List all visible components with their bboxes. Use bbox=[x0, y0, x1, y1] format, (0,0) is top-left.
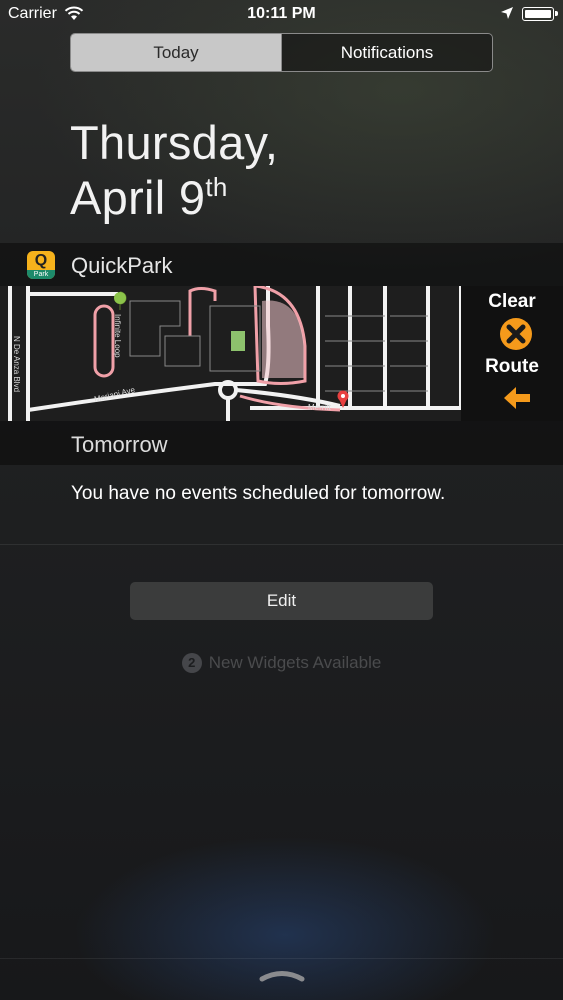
route-label[interactable]: Route bbox=[461, 356, 563, 378]
section-divider bbox=[0, 544, 563, 545]
edit-button[interactable]: Edit bbox=[130, 582, 433, 620]
clock: 10:11 PM bbox=[247, 5, 316, 22]
clear-label[interactable]: Clear bbox=[461, 291, 563, 313]
quickpark-map-widget: Mariani Ave Merritt N De Anza Blvd Infin… bbox=[0, 286, 563, 421]
quickpark-title: QuickPark bbox=[71, 253, 173, 278]
tomorrow-section-header: Tomorrow bbox=[0, 421, 563, 465]
grabber-handle-icon[interactable] bbox=[257, 966, 307, 984]
date-ordinal-suffix: th bbox=[205, 172, 228, 202]
app-icon-caption: Park bbox=[27, 270, 55, 279]
date-month-day-text: April 9 bbox=[70, 171, 206, 224]
app-icon-letter: Q bbox=[34, 252, 48, 269]
street-label-merritt: Merritt bbox=[308, 403, 331, 412]
new-widgets-count-badge: 2 bbox=[181, 653, 202, 673]
route-arrow-icon[interactable] bbox=[502, 385, 532, 411]
battery-icon bbox=[522, 7, 558, 21]
today-notifications-segmented-control: Today Notifications bbox=[70, 33, 493, 72]
quickpark-widget-header[interactable]: Q Park QuickPark bbox=[0, 243, 563, 286]
tab-today[interactable]: Today bbox=[71, 34, 281, 71]
new-widgets-available[interactable]: 2 New Widgets Available bbox=[0, 652, 563, 674]
tab-notifications[interactable]: Notifications bbox=[281, 34, 492, 71]
date-weekday: Thursday, bbox=[70, 116, 279, 169]
parking-map[interactable]: Mariani Ave Merritt N De Anza Blvd Infin… bbox=[0, 286, 461, 421]
bottom-divider bbox=[0, 958, 563, 959]
street-label-de-anza: N De Anza Blvd bbox=[12, 336, 21, 392]
date-month-day: April 9th bbox=[70, 170, 228, 225]
map-controls: Clear Route bbox=[461, 286, 563, 421]
tomorrow-title: Tomorrow bbox=[71, 432, 168, 457]
status-bar: Carrier 10:11 PM bbox=[0, 0, 563, 30]
street-label-infinite-loop: Infinite Loop bbox=[113, 314, 122, 358]
tomorrow-message: You have no events scheduled for tomorro… bbox=[71, 483, 446, 504]
new-widgets-label: New Widgets Available bbox=[208, 653, 382, 672]
location-arrow-icon bbox=[501, 7, 513, 19]
quickpark-app-icon: Q Park bbox=[27, 251, 55, 279]
clear-route-icon[interactable] bbox=[499, 317, 533, 351]
